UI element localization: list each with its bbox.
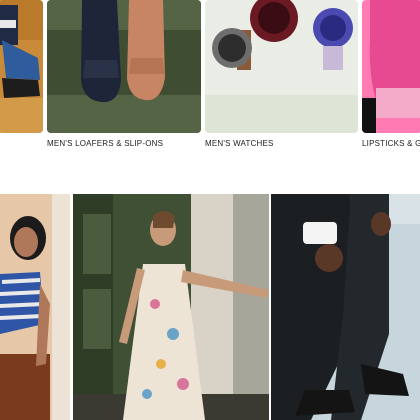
category-tile-shoes[interactable] bbox=[0, 0, 43, 133]
feature-photo-suit-shoes[interactable] bbox=[271, 194, 420, 420]
lipstick-image bbox=[362, 0, 420, 133]
category-label-watches[interactable]: MEN'S WATCHES bbox=[205, 139, 274, 148]
feature-photo-striped-top[interactable] bbox=[0, 194, 70, 420]
woman-floral-dress-image bbox=[73, 194, 269, 420]
watches-image bbox=[205, 0, 358, 133]
feature-photo-floral-dress[interactable] bbox=[73, 194, 269, 420]
woman-striped-top-image bbox=[0, 194, 70, 420]
category-tile-loafers[interactable] bbox=[47, 0, 201, 133]
category-label-lipsticks[interactable]: LIPSTICKS & GLO bbox=[362, 139, 420, 148]
shoes-on-legs-image bbox=[0, 0, 43, 133]
category-label-loafers[interactable]: MEN'S LOAFERS & SLIP-ONS bbox=[47, 139, 163, 148]
category-tile-lipsticks[interactable] bbox=[362, 0, 420, 133]
category-tile-watches[interactable] bbox=[205, 0, 358, 133]
man-suit-shoes-image bbox=[271, 194, 420, 420]
loafers-image bbox=[47, 0, 201, 133]
